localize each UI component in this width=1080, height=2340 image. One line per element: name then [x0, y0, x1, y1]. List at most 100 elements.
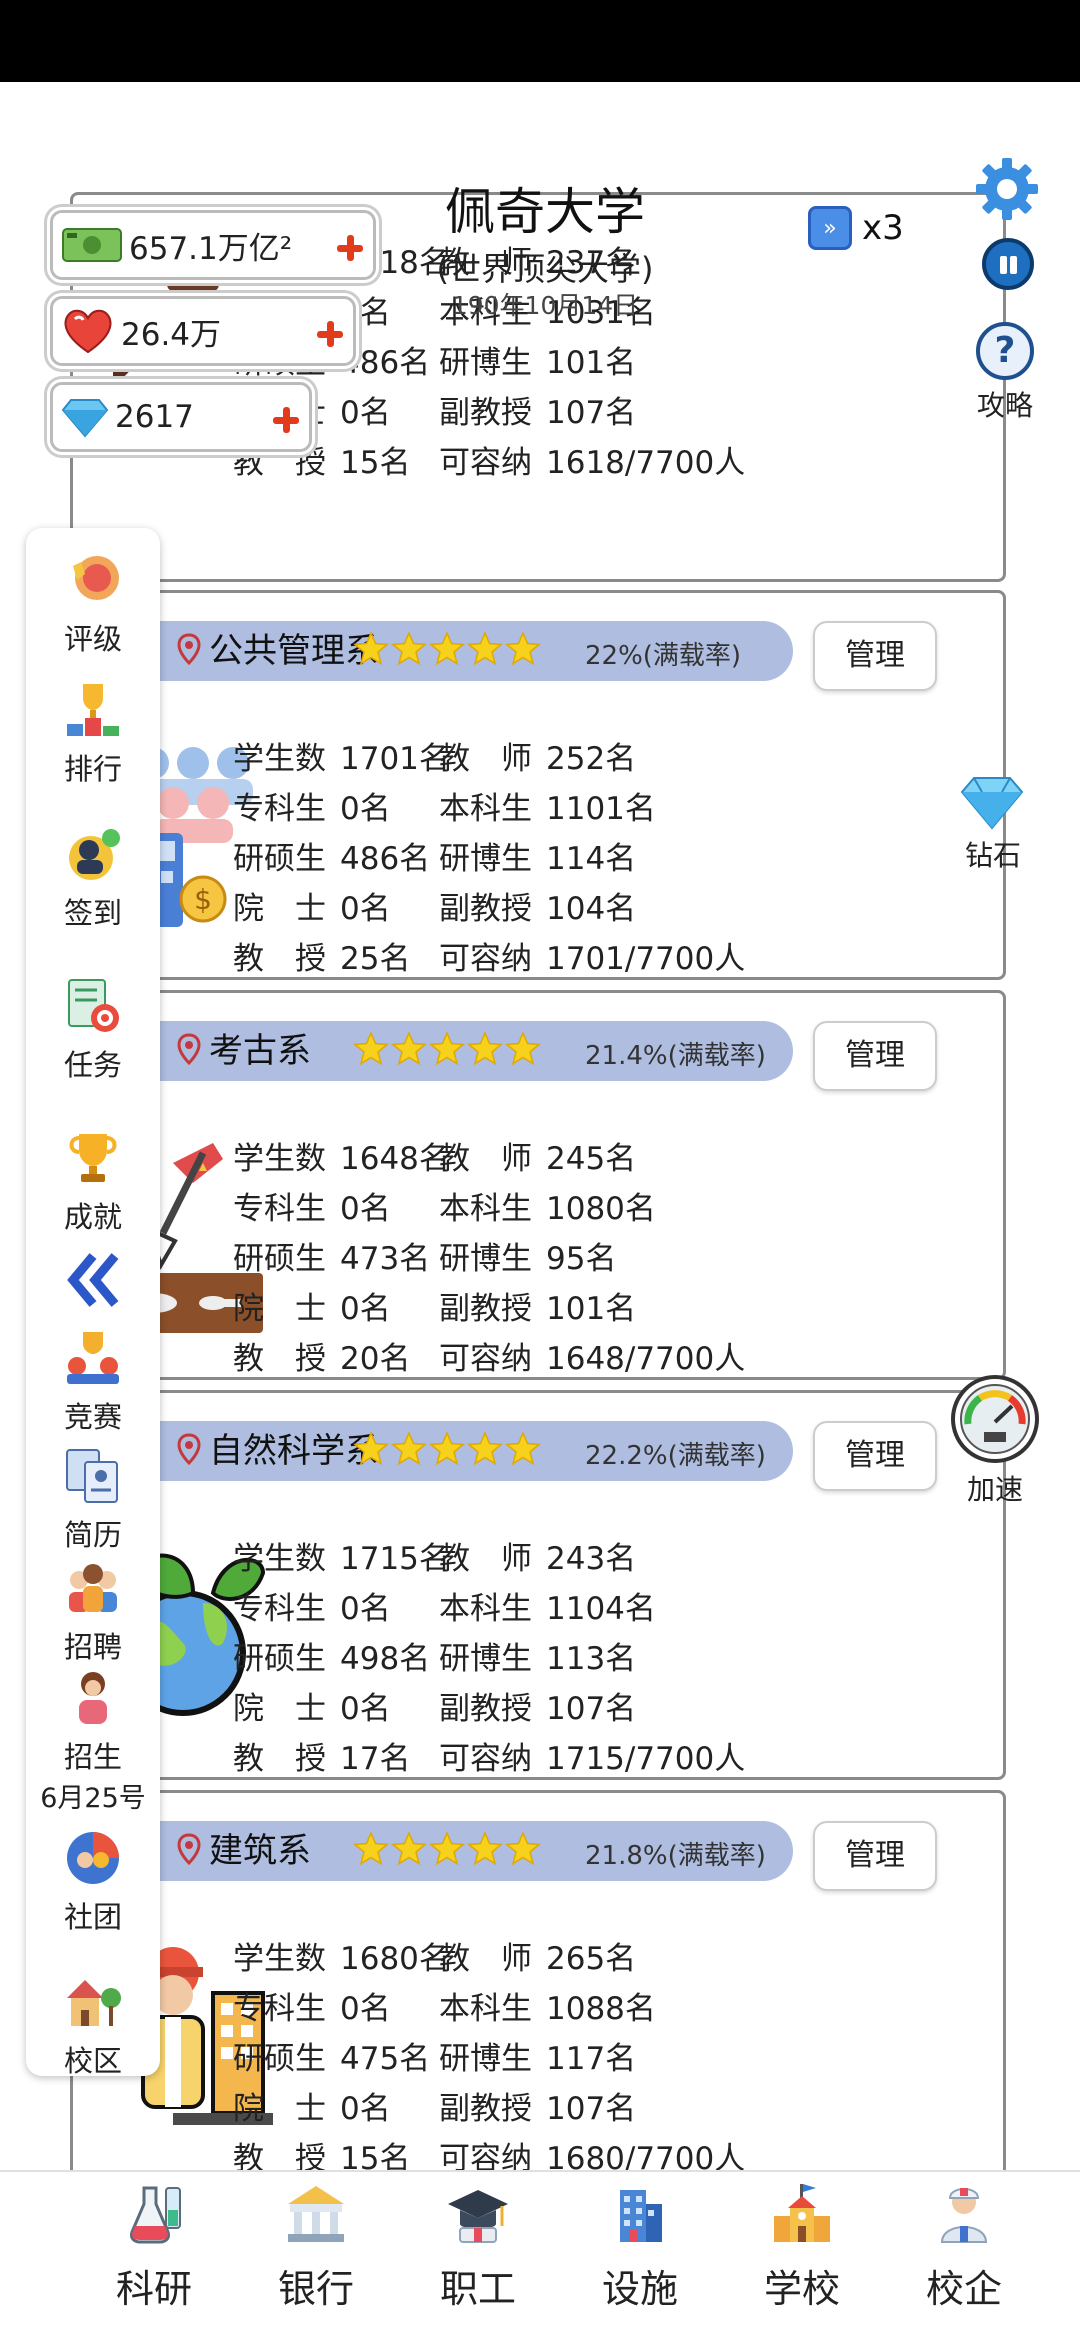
stat-label: 研硕生	[233, 1241, 326, 1277]
nav-enterprise[interactable]: 校企	[894, 2182, 1034, 2313]
stat-students: 学生数 1648名	[233, 1133, 450, 1178]
stat-value: 0名	[340, 1691, 391, 1727]
collapse-chevron-icon	[67, 1253, 119, 1307]
stat-students: 学生数 1680名	[233, 1933, 450, 1978]
sidebar-item-recruit[interactable]: 招聘	[26, 1558, 160, 1666]
stat-label: 研硕生	[233, 2041, 326, 2077]
stat-assoc_prof: 副教授 107名	[439, 387, 636, 432]
sidebar-item-checkin[interactable]: 签到	[26, 824, 160, 932]
gear-icon[interactable]	[974, 156, 1040, 222]
speed-value: x3	[862, 208, 904, 248]
stat-value: 17名	[340, 1741, 411, 1777]
stat-label: 本科生	[439, 791, 532, 827]
stat-value: 107名	[546, 1691, 637, 1727]
stat-value: 473名	[340, 1241, 431, 1277]
add-money-icon[interactable]	[337, 235, 363, 261]
nav-research[interactable]: 科研	[84, 2182, 224, 2313]
competition-icon	[67, 1332, 119, 1384]
stat-label: 可容纳	[439, 1341, 532, 1377]
add-hearts-icon[interactable]	[317, 321, 343, 347]
stat-label: 副教授	[439, 891, 532, 927]
checkin-icon	[69, 829, 120, 880]
nav-facilities[interactable]: 设施	[570, 2182, 710, 2313]
stat-value: 1101名	[546, 791, 656, 827]
sidebar-item-campus[interactable]: 校区	[26, 1972, 160, 2080]
help-icon[interactable]: ?	[976, 322, 1034, 380]
diamond-shop-icon[interactable]	[960, 772, 1024, 832]
stat-professor: 教 授 20名	[233, 1333, 410, 1378]
recruit-icon	[69, 1564, 117, 1612]
stat-academician: 院 士 0名	[233, 1283, 391, 1328]
stat-label: 教 授	[233, 941, 326, 977]
manage-button[interactable]: 管理	[813, 1421, 937, 1491]
diamonds-resource[interactable]: 2617	[50, 382, 312, 452]
nav-staff[interactable]: 职工	[408, 2182, 548, 2313]
manage-button[interactable]: 管理	[813, 1821, 937, 1891]
enterprise-icon	[940, 2188, 988, 2243]
stat-undergrad: 本科生 1088名	[439, 1983, 656, 2028]
stat-label: 院 士	[233, 2091, 326, 2127]
stat-value: 1648名	[340, 1141, 450, 1177]
load-rate: 22.2%(满载率)	[585, 1441, 766, 1471]
sidebar-item-rating[interactable]: 评级	[26, 550, 160, 658]
sidebar-item-competition[interactable]: 竞赛	[26, 1328, 160, 1436]
stat-value: 1088名	[546, 1991, 656, 2027]
sidebar-item-club[interactable]: 社团	[26, 1828, 160, 1936]
stat-junior: 专科生 0名	[233, 1583, 391, 1628]
stat-value: 113名	[546, 1641, 637, 1677]
building-icon	[620, 2190, 662, 2242]
stat-master: 研硕生 486名	[233, 833, 430, 878]
speedometer-icon[interactable]	[950, 1374, 1040, 1464]
stat-label: 教 师	[439, 741, 532, 777]
stat-label: 教 师	[439, 1941, 532, 1977]
manage-button[interactable]: 管理	[813, 1021, 937, 1091]
sidebar-collapse[interactable]	[26, 1250, 160, 1314]
star-icon	[429, 1831, 465, 1866]
stat-label: 研博生	[439, 841, 532, 877]
stat-value: 0名	[340, 1191, 391, 1227]
stat-value: 0名	[340, 1291, 391, 1327]
stat-value: 1715/7700人	[546, 1741, 746, 1777]
cash-icon	[62, 228, 122, 262]
stat-teachers: 教 师 252名	[439, 733, 636, 778]
manage-button[interactable]: 管理	[813, 621, 937, 691]
star-icon	[391, 1831, 427, 1866]
achievement-trophy-icon	[69, 1134, 117, 1182]
stat-label: 副教授	[439, 2091, 532, 2127]
star-icon	[391, 1431, 427, 1466]
stat-professor: 教 授 25名	[233, 933, 410, 978]
hearts-resource[interactable]: 26.4万	[50, 296, 356, 366]
sidebar-item-ranking[interactable]: 排行	[26, 680, 160, 788]
left-sidebar: 评级 排行 签到 任务 成就 竞赛 简历 招聘 招生 6月25号 社团 校区	[26, 528, 160, 2078]
game-date: 190年10月14日	[451, 291, 639, 320]
pause-button[interactable]	[982, 238, 1034, 290]
add-diamonds-icon[interactable]	[273, 407, 299, 433]
stat-academician: 院 士 0名	[233, 883, 391, 928]
stat-capacity: 可容纳 1701/7700人	[439, 933, 745, 978]
speedup-label[interactable]: 加速	[950, 1468, 1040, 1508]
money-resource[interactable]: 657.1万亿²	[50, 210, 376, 280]
stat-value: 107名	[546, 395, 637, 431]
guide-label[interactable]: 攻略	[960, 384, 1050, 424]
stat-value: 1715名	[340, 1541, 450, 1577]
fast-forward-icon[interactable]: »	[808, 206, 852, 250]
admission-date: 6月25号	[40, 1783, 146, 1814]
nav-bank[interactable]: 银行	[246, 2182, 386, 2313]
stat-professor: 教 授 17名	[233, 1733, 410, 1778]
stat-academician: 院 士 0名	[233, 2083, 391, 2128]
stat-value: 114名	[546, 841, 637, 877]
nav-school[interactable]: 学校	[732, 2182, 872, 2313]
heart-icon	[64, 309, 112, 354]
stat-label: 研博生	[439, 345, 532, 381]
stat-label: 教 授	[233, 1341, 326, 1377]
stat-label: 教 师	[439, 1141, 532, 1177]
diamond-label[interactable]: 钻石	[948, 834, 1038, 874]
speed-control[interactable]: » x3	[808, 206, 904, 250]
stat-label: 专科生	[233, 1191, 326, 1227]
sidebar-item-admission[interactable]: 招生 6月25号	[26, 1668, 160, 1815]
sidebar-item-tasks[interactable]: 任务	[26, 976, 160, 1084]
stat-label: 研硕生	[233, 841, 326, 877]
sidebar-item-achievements[interactable]: 成就	[26, 1128, 160, 1236]
stat-label: 专科生	[233, 1591, 326, 1627]
sidebar-item-resume[interactable]: 简历	[26, 1446, 160, 1554]
